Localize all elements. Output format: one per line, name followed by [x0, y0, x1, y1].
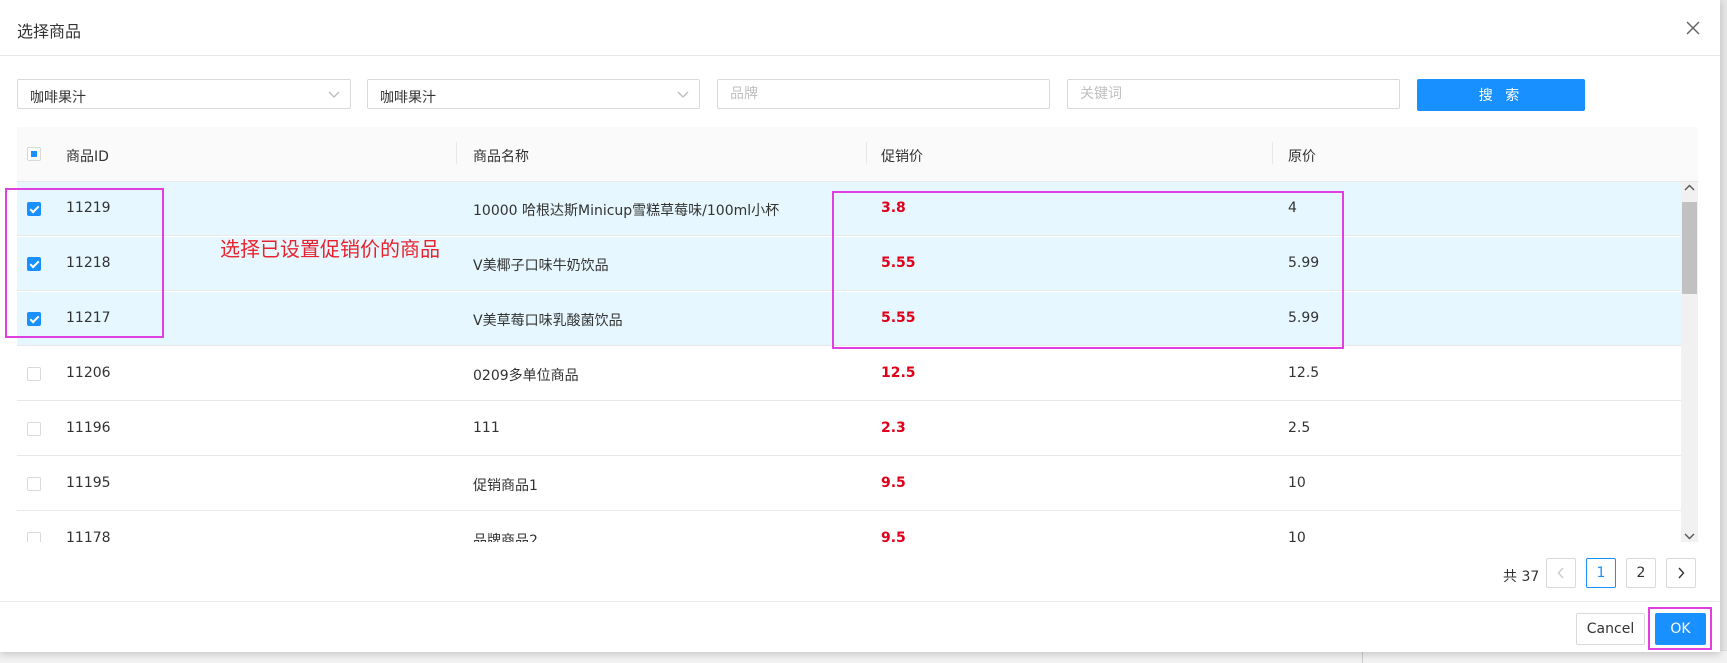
keyword-input[interactable]	[1068, 80, 1399, 108]
row-checkbox[interactable]	[27, 312, 41, 326]
column-header-name: 商品名称	[473, 149, 529, 165]
brand-field	[717, 79, 1050, 109]
footer-divider	[0, 601, 1720, 602]
category2-value: 咖啡果汁	[380, 90, 436, 106]
column-header-id: 商品ID	[66, 149, 109, 165]
table-row[interactable]: 11196 111 2.3 2.5	[17, 402, 1681, 456]
scroll-down-icon[interactable]	[1684, 532, 1695, 540]
product-id: 11195	[66, 475, 111, 491]
original-price: 12.5	[1288, 365, 1320, 381]
original-price: 10	[1288, 475, 1306, 491]
original-price: 4	[1288, 200, 1297, 216]
row-checkbox[interactable]	[27, 257, 41, 271]
category1-value: 咖啡果汁	[30, 90, 86, 106]
category2-select[interactable]: 咖啡果汁	[367, 79, 700, 109]
original-price: 5.99	[1288, 310, 1320, 326]
page-2-button[interactable]: 2	[1626, 558, 1656, 588]
cancel-button[interactable]: Cancel	[1576, 613, 1645, 645]
promo-price: 2.3	[881, 420, 906, 436]
table-row[interactable]: 11217 V美草莓口味乳酸菌饮品 5.55 5.99	[17, 292, 1681, 346]
search-button[interactable]: 搜 索	[1417, 79, 1585, 111]
scrollbar-thumb[interactable]	[1682, 202, 1697, 294]
product-id: 11206	[66, 365, 111, 381]
prev-page-button[interactable]	[1546, 558, 1576, 588]
promo-price: 9.5	[881, 530, 906, 542]
next-page-button[interactable]	[1666, 558, 1696, 588]
dialog-title: 选择商品	[17, 22, 82, 41]
category1-select[interactable]: 咖啡果汁	[17, 79, 351, 109]
table-scrollbar[interactable]	[1681, 182, 1698, 542]
product-name: V美椰子口味牛奶饮品	[473, 258, 609, 274]
table-row[interactable]: 11178 品牌商品2 9.5 10	[17, 512, 1681, 542]
scroll-up-icon[interactable]	[1684, 184, 1695, 192]
select-all-checkbox[interactable]	[27, 147, 41, 161]
chevron-left-icon	[1557, 567, 1564, 579]
table-header: 商品ID 商品名称 促销价 原价	[17, 127, 1698, 182]
column-divider	[456, 142, 457, 164]
column-divider	[1272, 142, 1273, 164]
keyword-field	[1067, 79, 1400, 109]
promo-price: 5.55	[881, 310, 916, 326]
promo-price: 12.5	[881, 365, 916, 381]
product-name: 0209多单位商品	[473, 368, 579, 384]
brand-input[interactable]	[718, 80, 1049, 108]
page-1-button[interactable]: 1	[1586, 558, 1616, 588]
table-row[interactable]: 11206 0209多单位商品 12.5 12.5	[17, 347, 1681, 401]
chevron-down-icon	[677, 91, 689, 98]
product-id: 11217	[66, 310, 111, 326]
close-icon	[1686, 21, 1700, 35]
table-row[interactable]: 11195 促销商品1 9.5 10	[17, 457, 1681, 511]
annotation-text: 选择已设置促销价的商品	[220, 237, 440, 261]
product-name: 品牌商品2	[473, 533, 538, 542]
table-row[interactable]: 11219 10000 哈根达斯Minicup雪糕草莓味/100ml小杯 3.8…	[17, 182, 1681, 236]
row-checkbox[interactable]	[27, 422, 41, 436]
original-price: 2.5	[1288, 420, 1311, 436]
product-id: 11218	[66, 255, 111, 271]
promo-price: 5.55	[881, 255, 916, 271]
row-checkbox[interactable]	[27, 477, 41, 491]
original-price: 5.99	[1288, 255, 1320, 271]
column-header-price: 原价	[1288, 149, 1316, 165]
promo-price: 3.8	[881, 200, 906, 216]
product-id: 11196	[66, 420, 111, 436]
select-product-dialog: 选择商品 咖啡果汁 咖啡果汁 搜 索 商品ID 商品名称 促销价 原价	[0, 0, 1720, 652]
product-name: 促销商品1	[473, 478, 538, 494]
row-checkbox[interactable]	[27, 367, 41, 381]
product-id: 11178	[66, 530, 111, 542]
product-name: 111	[473, 420, 500, 436]
product-id: 11219	[66, 200, 111, 216]
column-header-promo-price: 促销价	[881, 149, 923, 165]
chevron-down-icon	[328, 91, 340, 98]
dialog-header: 选择商品	[0, 0, 1720, 56]
chevron-right-icon	[1678, 567, 1685, 579]
original-price: 10	[1288, 530, 1306, 542]
promo-price: 9.5	[881, 475, 906, 491]
row-checkbox[interactable]	[27, 202, 41, 216]
row-checkbox[interactable]	[27, 532, 41, 542]
product-name: 10000 哈根达斯Minicup雪糕草莓味/100ml小杯	[473, 203, 780, 219]
ok-button[interactable]: OK	[1655, 613, 1706, 645]
column-divider	[866, 142, 867, 164]
pagination-total: 共 37	[1503, 569, 1540, 585]
close-button[interactable]	[1680, 15, 1706, 41]
product-name: V美草莓口味乳酸菌饮品	[473, 313, 623, 329]
